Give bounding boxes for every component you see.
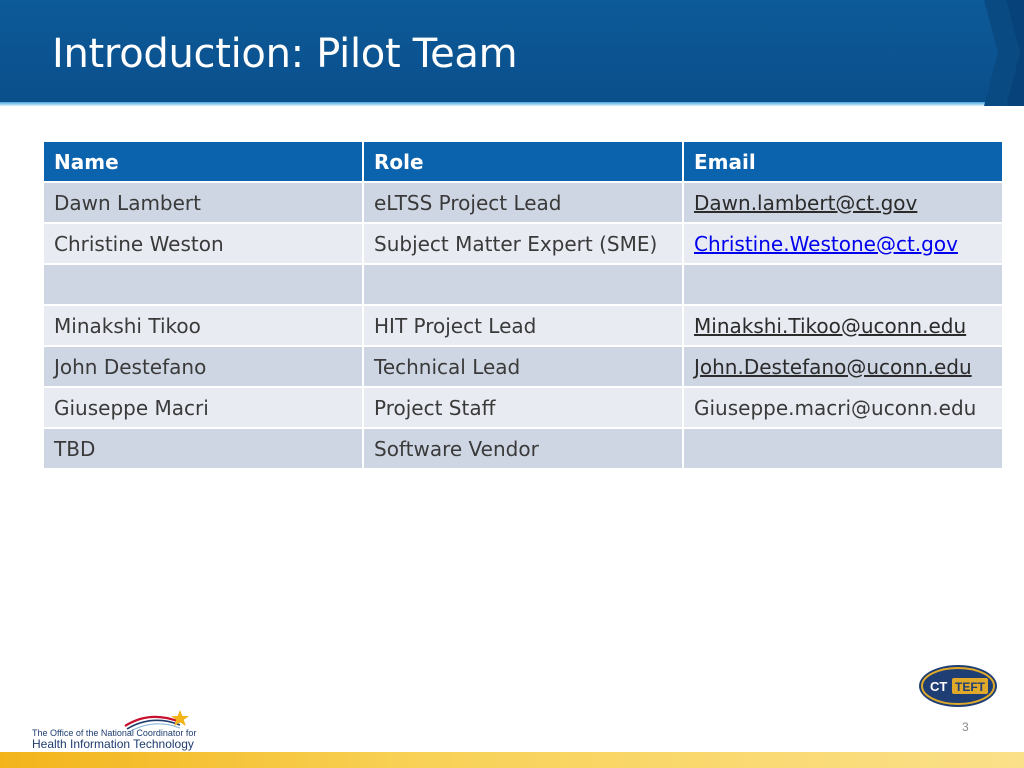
email-cell: Christine.Westone@ct.gov	[684, 224, 1002, 263]
column-header-email: Email	[684, 142, 1002, 181]
email-cell: Giuseppe.macri@uconn.edu	[684, 388, 1002, 427]
pilot-team-table: Name Role Email Dawn Lambert eLTSS Proje…	[42, 140, 1004, 470]
ct-logo-right-text: TEFT	[955, 680, 986, 694]
email-link[interactable]: Minakshi.Tikoo@uconn.edu	[694, 314, 966, 338]
role-cell: Software Vendor	[364, 429, 682, 468]
role-cell: eLTSS Project Lead	[364, 183, 682, 222]
email-link[interactable]: John.Destefano@uconn.edu	[694, 355, 972, 379]
email-cell	[684, 265, 1002, 304]
slide-title: Introduction: Pilot Team	[52, 31, 518, 77]
role-cell: Technical Lead	[364, 347, 682, 386]
name-cell: Minakshi Tikoo	[44, 306, 362, 345]
name-cell: Giuseppe Macri	[44, 388, 362, 427]
table-row	[44, 265, 1002, 304]
table-header-row: Name Role Email	[44, 142, 1002, 181]
table-row: Christine Weston Subject Matter Expert (…	[44, 224, 1002, 263]
column-header-name: Name	[44, 142, 362, 181]
name-cell: Christine Weston	[44, 224, 362, 263]
role-cell: Project Staff	[364, 388, 682, 427]
name-cell	[44, 265, 362, 304]
name-cell: John Destefano	[44, 347, 362, 386]
table-row: Dawn Lambert eLTSS Project Lead Dawn.lam…	[44, 183, 1002, 222]
email-cell	[684, 429, 1002, 468]
name-cell: TBD	[44, 429, 362, 468]
role-cell: HIT Project Lead	[364, 306, 682, 345]
footer-gold-band	[0, 752, 1024, 768]
role-cell: Subject Matter Expert (SME)	[364, 224, 682, 263]
header-chevron-decoration	[984, 0, 1024, 106]
page-number: 3	[962, 720, 969, 734]
email-link[interactable]: Christine.Westone@ct.gov	[694, 232, 958, 256]
email-cell: John.Destefano@uconn.edu	[684, 347, 1002, 386]
email-link[interactable]: Dawn.lambert@ct.gov	[694, 191, 917, 215]
email-text: Giuseppe.macri@uconn.edu	[694, 395, 977, 420]
column-header-role: Role	[364, 142, 682, 181]
name-cell: Dawn Lambert	[44, 183, 362, 222]
table-row: Minakshi Tikoo HIT Project Lead Minakshi…	[44, 306, 1002, 345]
email-cell: Dawn.lambert@ct.gov	[684, 183, 1002, 222]
onc-logo-line2: Health Information Technology	[32, 737, 194, 751]
table-row: TBD Software Vendor	[44, 429, 1002, 468]
role-cell	[364, 265, 682, 304]
table-row: John Destefano Technical Lead John.Deste…	[44, 347, 1002, 386]
header-underline	[0, 102, 1024, 106]
email-cell: Minakshi.Tikoo@uconn.edu	[684, 306, 1002, 345]
ct-teft-logo: CT TEFT	[919, 665, 997, 707]
ct-logo-left-text: CT	[930, 679, 947, 694]
table-row: Giuseppe Macri Project Staff Giuseppe.ma…	[44, 388, 1002, 427]
